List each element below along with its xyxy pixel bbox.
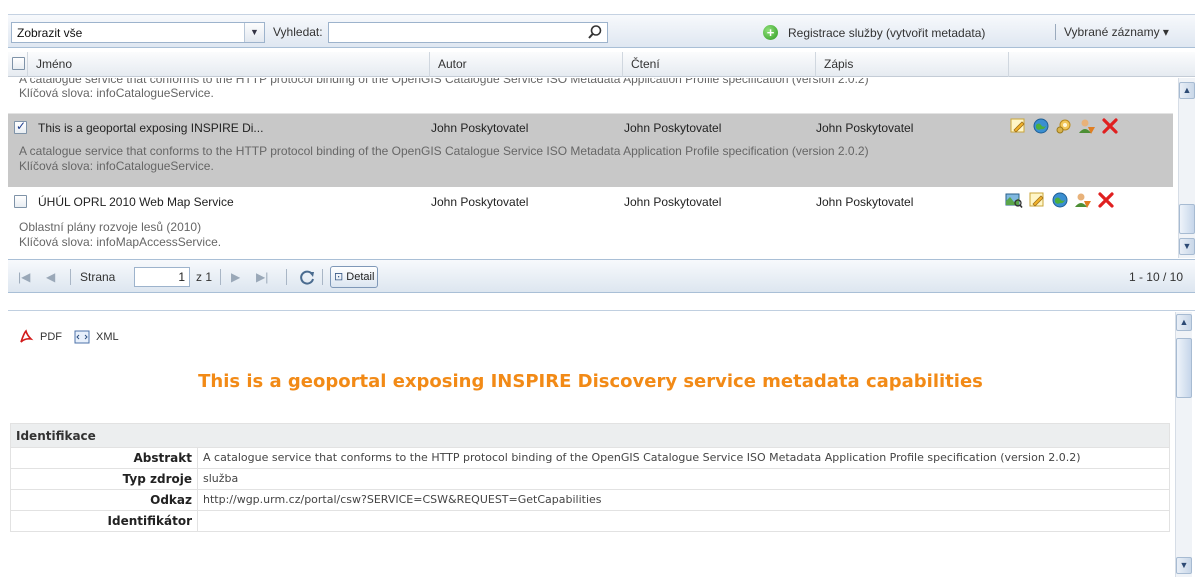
row-description: A catalogue service that conforms to the… [19,144,869,158]
grid-body: A catalogue service that conforms to the… [8,78,1173,258]
globe-icon[interactable] [1051,191,1069,209]
search-icon[interactable] [587,24,603,40]
scroll-up-icon[interactable]: ▲ [1176,314,1192,331]
add-icon: + [763,25,778,40]
pager-divider [286,269,287,285]
filter-select[interactable]: Zobrazit vše ▼ [11,22,265,43]
field-value-link[interactable]: http://wgp.urm.cz/portal/csw?SERVICE=CSW… [197,489,1170,511]
grid-header: Jméno Autor Čtení Zápis [8,52,1195,77]
refresh-icon[interactable] [298,268,316,286]
register-service-label: Registrace služby (vytvořit metadata) [788,25,986,40]
column-header-read[interactable]: Čtení [623,52,816,77]
page-number-input[interactable]: 1 [134,267,190,287]
record-title: This is a geoportal exposing INSPIRE Dis… [198,371,983,392]
scroll-down-icon[interactable]: ▼ [1179,238,1195,255]
register-service-link[interactable]: + Registrace služby (vytvořit metadata) [763,25,985,40]
detail-scrollbar[interactable]: ▲ ▼ [1175,312,1192,577]
row-name[interactable]: ÚHÚL OPRL 2010 Web Map Service [38,195,234,209]
row-keywords: Klíčová slova: infoCatalogueService. [19,86,214,100]
pdf-icon[interactable] [18,329,34,345]
detail-button-label: Detail [346,271,375,283]
last-page-icon[interactable]: ▶| [256,270,268,284]
row-description: A catalogue service that conforms to the… [19,78,869,86]
metadata-row: Identifikátor [10,510,1170,532]
row-read: John Poskytovatel [624,121,722,135]
pager-divider [322,269,323,285]
map-preview-icon[interactable] [1005,191,1023,209]
first-page-icon[interactable]: |◀ [18,270,30,284]
column-header-write[interactable]: Zápis [816,52,1009,77]
row-actions [1005,191,1115,209]
edit-icon[interactable] [1028,191,1046,209]
xml-icon[interactable] [74,329,90,345]
select-all-checkbox[interactable] [12,57,25,70]
column-header-name[interactable]: Jméno [28,52,430,77]
scroll-down-icon[interactable]: ▼ [1176,557,1192,574]
detail-toggle-button[interactable]: ⊡ Detail [330,266,378,288]
filter-select-value: Zobrazit vše [17,26,83,40]
user-permissions-icon[interactable] [1074,191,1092,209]
globe-icon[interactable] [1032,117,1050,135]
row-checkbox[interactable] [14,195,27,208]
pager-divider [220,269,221,285]
field-value-resource-type: služba [197,468,1170,490]
detail-icon: ⊡ [334,271,344,283]
metadata-section-header: Identifikace [10,423,1170,448]
metadata-row: Abstrakt A catalogue service that confor… [10,447,1170,469]
field-key-link: Odkaz [10,489,198,511]
field-value-abstract: A catalogue service that conforms to the… [197,447,1170,469]
paging-toolbar: |◀ ◀ Strana 1 z 1 ▶ ▶| ⊡ Detail 1 - 10 /… [8,259,1195,293]
metadata-row: Odkaz http://wgp.urm.cz/portal/csw?SERVI… [10,489,1170,511]
paging-range-text: 1 - 10 / 10 [1128,270,1183,284]
row-checkbox[interactable] [14,119,27,134]
user-permissions-icon[interactable] [1078,117,1096,135]
export-links: PDF XML [18,329,119,345]
row-author: John Poskytovatel [431,121,529,135]
detail-scroll-thumb[interactable] [1176,338,1192,398]
table-row[interactable]: ÚHÚL OPRL 2010 Web Map Service John Posk… [8,188,1173,258]
header-select-all-cell [8,52,28,77]
scroll-up-icon[interactable]: ▲ [1179,82,1195,99]
page-label: Strana [80,270,116,284]
page-count-label: z 1 [196,270,213,284]
search-label: Vyhledat: [273,25,323,39]
chevron-down-icon[interactable]: ▼ [244,23,264,42]
row-keywords: Klíčová slova: infoMapAccessService. [19,235,222,249]
field-value-identifier [197,510,1170,532]
metadata-detail-panel: PDF XML This is a geoportal exposing INS… [8,310,1195,577]
field-key-resource-type: Typ zdroje [10,468,198,490]
column-header-author[interactable]: Autor [430,52,623,77]
metadata-row: Typ zdroje služba [10,468,1170,490]
column-header-actions [1009,52,1173,77]
edit-icon[interactable] [1009,117,1027,135]
row-keywords: Klíčová slova: infoCatalogueService. [19,159,214,173]
delete-icon[interactable] [1101,117,1119,135]
table-row-selected[interactable]: This is a geoportal exposing INSPIRE Di.… [8,114,1173,187]
settings-icon[interactable] [1055,117,1073,135]
grid-toolbar: Zobrazit vše ▼ Vyhledat: + Registrace sl… [8,14,1195,48]
field-key-identifier: Identifikátor [10,510,198,532]
delete-icon[interactable] [1097,191,1115,209]
row-name[interactable]: This is a geoportal exposing INSPIRE Di.… [38,121,263,135]
pdf-export-link[interactable]: PDF [40,331,62,343]
search-input[interactable] [328,22,608,43]
row-read: John Poskytovatel [624,195,722,209]
field-key-abstract: Abstrakt [10,447,198,469]
toolbar-divider [1055,24,1056,40]
table-row[interactable]: A catalogue service that conforms to the… [8,78,1173,114]
selected-records-menu[interactable]: Vybrané záznamy ▾ [1064,25,1169,39]
row-description: Oblastní plány rozvoje lesů (2010) [19,220,202,234]
next-page-icon[interactable]: ▶ [231,270,240,284]
section-title-identification: Identifikace [10,423,1170,448]
row-write: John Poskytovatel [816,195,914,209]
row-actions [1009,117,1119,135]
grid-scroll-thumb[interactable] [1179,204,1195,234]
xml-export-link[interactable]: XML [96,331,119,343]
grid-scrollbar[interactable]: ▲ ▼ [1178,78,1195,258]
pager-divider [70,269,71,285]
row-author: John Poskytovatel [431,195,529,209]
metadata-table: Identifikace Abstrakt A catalogue servic… [10,423,1170,532]
row-write: John Poskytovatel [816,121,914,135]
previous-page-icon[interactable]: ◀ [46,270,55,284]
